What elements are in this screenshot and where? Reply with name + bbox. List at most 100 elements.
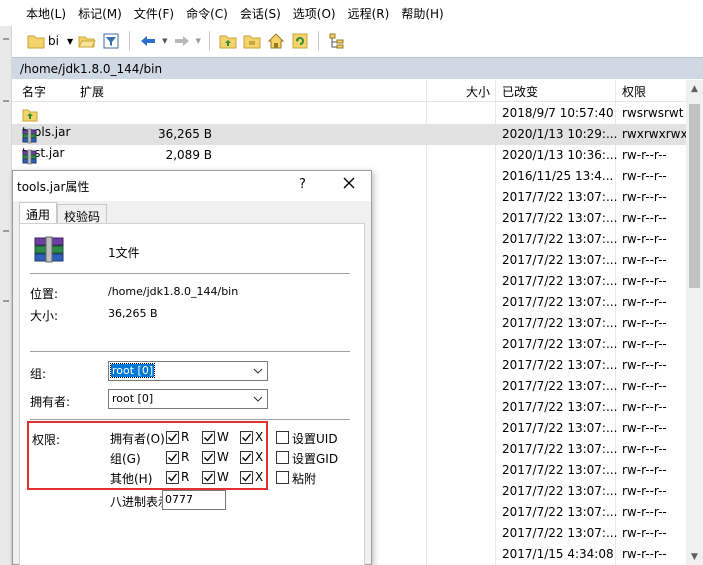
file-modified: 2017/7/22 13:07:... — [502, 421, 618, 435]
close-icon[interactable] — [341, 175, 357, 191]
column-header-name[interactable]: 名字 — [22, 83, 46, 100]
root-folder-icon[interactable] — [242, 31, 262, 51]
file-modified: 2018/9/7 10:57:40 — [502, 106, 614, 120]
file-permissions: rwsrwsrwt — [622, 106, 684, 120]
file-name-cell: .. — [22, 104, 38, 122]
archive-icon — [22, 128, 38, 144]
dialog-tabs: 通用 校验码 — [19, 202, 108, 224]
size-label: 大小: — [30, 309, 59, 323]
folder-icon — [26, 31, 46, 51]
menu-commands[interactable]: 命令(C) — [186, 5, 228, 22]
menu-bar: 本地(L) 标记(M) 文件(F) 命令(C) 会话(S) 选项(O) 远程(R… — [0, 0, 703, 26]
menu-files[interactable]: 文件(F) — [134, 5, 174, 22]
perm-special-checkbox[interactable] — [276, 451, 289, 464]
column-header-modified[interactable]: 已改变 — [502, 83, 538, 100]
octal-input[interactable]: 0777 — [162, 490, 226, 510]
file-permissions: rw-r--r-- — [622, 232, 667, 246]
table-row[interactable]: test.jar 2,089 B 2020/1/13 10:36:... rw-r--… — [12, 145, 686, 166]
menu-local[interactable]: 本地(L) — [26, 5, 66, 22]
open-folder-icon[interactable] — [77, 31, 97, 51]
file-permissions: rw-r--r-- — [622, 190, 667, 204]
column-header-size[interactable]: 大小 — [466, 83, 490, 100]
file-modified: 2017/7/22 13:07:... — [502, 232, 618, 246]
file-permissions: rw-r--r-- — [622, 505, 667, 519]
file-permissions: rw-r--r-- — [622, 484, 667, 498]
scrollbar-thumb[interactable] — [689, 104, 700, 288]
file-modified: 2017/7/22 13:07:... — [502, 463, 618, 477]
folder-selector[interactable]: bi ▼ — [26, 31, 73, 51]
location-value: /home/jdk1.8.0_144/bin — [108, 285, 239, 298]
owner-label: 拥有者: — [30, 395, 71, 409]
forward-arrow-icon[interactable] — [172, 31, 192, 51]
scroll-down-icon[interactable]: ▼ — [686, 548, 703, 565]
dialog-title: tools.jar属性 — [17, 179, 90, 194]
octal-label: 八进制表示 — [110, 495, 171, 509]
menu-remote[interactable]: 远程(R) — [348, 5, 390, 22]
help-button[interactable]: ? — [299, 177, 306, 192]
file-modified: 2017/1/15 4:34:08 — [502, 547, 614, 561]
file-permissions: rw-r--r-- — [622, 400, 667, 414]
file-list-header: 名字 扩展 大小 已改变 权限 — [12, 80, 686, 102]
file-modified: 2016/11/25 13:4... — [502, 169, 614, 183]
perm-special-checkbox[interactable] — [276, 431, 289, 444]
file-modified: 2017/7/22 13:07:... — [502, 295, 618, 309]
chevron-down-icon[interactable]: ▼ — [162, 37, 167, 45]
filter-icon[interactable] — [101, 31, 121, 51]
highlight-box — [27, 421, 268, 490]
perm-special-label: 设置UID — [292, 432, 338, 446]
file-permissions: rw-r--r-- — [622, 337, 667, 351]
owner-select[interactable]: root [0] — [108, 389, 268, 409]
column-header-permissions[interactable]: 权限 — [622, 83, 646, 100]
chevron-down-icon[interactable]: ▼ — [196, 37, 201, 45]
parent-folder-icon[interactable] — [218, 31, 238, 51]
home-icon[interactable] — [266, 31, 286, 51]
archive-large-icon — [33, 235, 67, 265]
file-modified: 2017/7/22 13:07:... — [502, 442, 618, 456]
scroll-up-icon[interactable]: ▲ — [686, 80, 703, 97]
perm-special-checkbox[interactable] — [276, 471, 289, 484]
file-modified: 2017/7/22 13:07:... — [502, 505, 618, 519]
toolbar: bi ▼ ▼ ▼ — [12, 26, 703, 56]
tab-general[interactable]: 通用 — [19, 202, 58, 224]
file-permissions: rw-r--r-- — [622, 547, 667, 561]
file-permissions: rw-r--r-- — [622, 526, 667, 540]
current-path-bar: /home/jdk1.8.0_144/bin — [12, 57, 703, 79]
column-header-extension[interactable]: 扩展 — [80, 83, 104, 100]
menu-session[interactable]: 会话(S) — [240, 5, 281, 22]
file-modified: 2017/7/22 13:07:... — [502, 337, 618, 351]
file-permissions: rw-r--r-- — [622, 148, 667, 162]
back-arrow-icon[interactable] — [138, 31, 158, 51]
file-permissions: rw-r--r-- — [622, 463, 667, 477]
file-permissions: rw-r--r-- — [622, 316, 667, 330]
file-permissions: rwxrwxrwx — [622, 127, 688, 141]
file-modified: 2017/7/22 13:07:... — [502, 358, 618, 372]
chevron-down-icon — [253, 368, 263, 374]
location-label: 位置: — [30, 287, 59, 301]
file-modified: 2017/7/22 13:07:... — [502, 484, 618, 498]
group-select[interactable]: root [0] — [108, 361, 268, 381]
archive-icon — [22, 149, 38, 165]
file-permissions: rw-r--r-- — [622, 169, 667, 183]
folder-up-icon — [22, 107, 38, 123]
file-modified: 2020/1/13 10:36:... — [502, 148, 618, 162]
vertical-scrollbar[interactable]: ▲ ▼ — [686, 80, 703, 565]
menu-help[interactable]: 帮助(H) — [401, 5, 443, 22]
menu-options[interactable]: 选项(O) — [293, 5, 336, 22]
file-modified: 2017/7/22 13:07:... — [502, 379, 618, 393]
file-modified: 2017/7/22 13:07:... — [502, 211, 618, 225]
menu-mark[interactable]: 标记(M) — [78, 5, 122, 22]
perm-special-label: 设置GID — [292, 452, 339, 466]
refresh-icon[interactable] — [290, 31, 310, 51]
table-row[interactable]: .. 2018/9/7 10:57:40 rwsrwsrwt — [12, 103, 686, 124]
file-permissions: rw-r--r-- — [622, 253, 667, 267]
octal-value: 0777 — [165, 493, 193, 506]
file-name-cell: test.jar — [22, 146, 64, 165]
table-row[interactable]: tools.jar 36,265 B 2020/1/13 10:29:... rwxr… — [12, 124, 688, 145]
dialog-title-bar: tools.jar属性 — [13, 171, 371, 201]
current-path: /home/jdk1.8.0_144/bin — [20, 61, 163, 76]
group-label: 组: — [30, 367, 47, 381]
tree-view-icon[interactable] — [327, 31, 347, 51]
file-permissions: rw-r--r-- — [622, 274, 667, 288]
tab-checksum[interactable]: 校验码 — [57, 204, 108, 224]
file-modified: 2017/7/22 13:07:... — [502, 316, 618, 330]
